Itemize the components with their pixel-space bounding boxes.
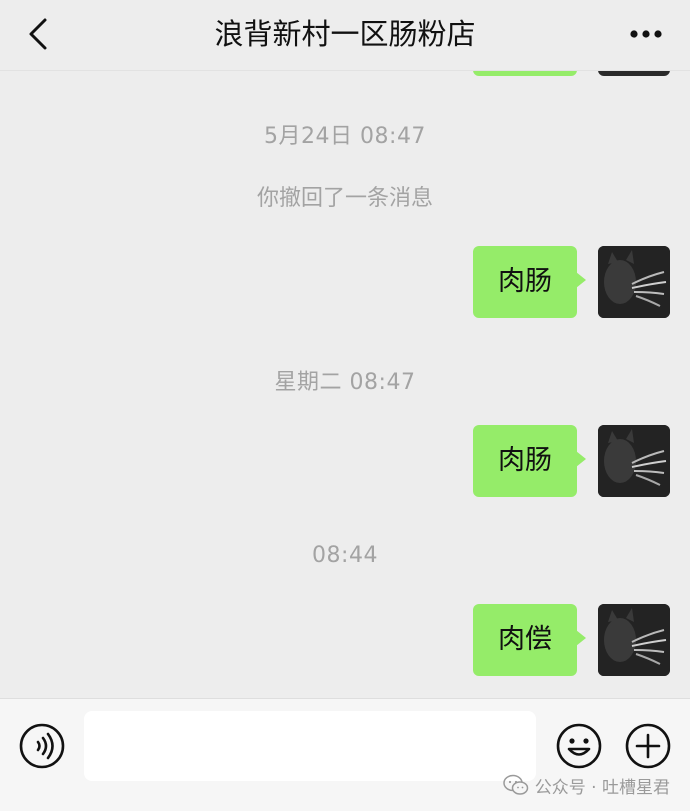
message-bubble[interactable]: 肉偿 [473,604,586,676]
smile-icon [556,723,602,769]
message-bubble[interactable]: 肉肠 [473,425,586,497]
avatar[interactable] [598,425,670,497]
plus-circle-icon [625,723,671,769]
message-list[interactable]: 5月24日 08:47 你撤回了一条消息 肉肠 星期二 08:47 肉肠 08:… [0,70,690,698]
more-functions-button[interactable] [624,722,672,770]
timestamp: 5月24日 08:47 [264,124,426,149]
voice-icon [19,723,65,769]
avatar-image [598,246,670,318]
chat-title: 浪背新村一区肠粉店 [214,17,476,51]
watermark: 公众号 · 吐槽星君 [503,772,670,798]
timestamp: 08:44 [312,543,378,568]
chat-header: 浪背新村一区肠粉店 [0,0,690,71]
message-input[interactable] [84,711,536,781]
avatar-image [598,604,670,676]
voice-button[interactable] [18,722,66,770]
avatar[interactable] [598,246,670,318]
avatar-image [598,425,670,497]
ellipsis-icon [630,30,662,38]
message-bubble[interactable]: 肉肠 [473,246,586,318]
wechat-icon [503,774,529,795]
emoji-button[interactable] [555,722,603,770]
timestamp: 星期二 08:47 [274,370,416,395]
watermark-text: 公众号 · 吐槽星君 [534,777,670,798]
avatar[interactable] [598,604,670,676]
recall-notice: 你撤回了一条消息 [256,186,433,211]
more-button[interactable] [624,14,668,54]
